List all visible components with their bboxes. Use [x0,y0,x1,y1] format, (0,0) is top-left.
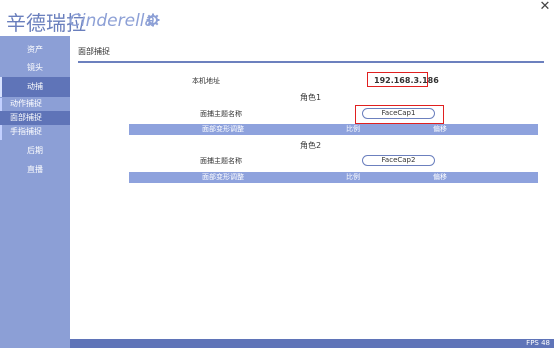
fps-counter: FPS 48 [526,339,550,347]
role-2-col-scale: 比例 [346,173,360,181]
app-logo-english: Cinderella [69,11,155,31]
role-2-subject-label: 面捕主题名称 [200,157,242,165]
local-address-label: 本机地址 [192,77,220,85]
gear-icon[interactable] [146,12,160,27]
role-1-col-offset: 偏移 [433,125,447,133]
page-title: 面部捕捉 [78,47,110,56]
role-1-col-blendshape: 面部变形调整 [202,125,244,133]
role-2-table-header: 面部变形调整 比例 偏移 [129,172,538,183]
main-panel: 面部捕捉 本机地址 192.168.3.186 角色1 面捕主题名称 FaceC… [70,36,554,339]
status-bar: FPS 48 [70,339,554,348]
sidebar-item-mocap[interactable]: 动捕 [0,77,70,97]
sidebar-item-camera[interactable]: 镜头 [0,58,70,78]
sidebar-subitem-motion-capture[interactable]: 动作捕捉 [0,97,70,111]
role-2-title: 角色2 [300,141,322,150]
gear-icon-svg [146,13,160,27]
sidebar-item-post[interactable]: 后期 [0,141,70,161]
role-1-table-header: 面部变形调整 比例 偏移 [129,124,538,135]
header: 辛德瑞拉 Cinderella ✕ [0,0,554,36]
sidebar-subitem-face-capture[interactable]: 面部捕捉 [0,111,70,125]
sidebar: 资产 镜头 动捕 动作捕捉 面部捕捉 手指捕捉 后期 直播 [0,36,70,348]
role-2-subject-input[interactable]: FaceCap2 [362,155,435,166]
title-divider [78,61,544,63]
role-2-col-blendshape: 面部变形调整 [202,173,244,181]
sidebar-subitem-finger-capture[interactable]: 手指捕捉 [0,125,70,139]
highlight-box-subject [355,105,444,124]
role-1-title: 角色1 [300,93,322,102]
role-1-col-scale: 比例 [346,125,360,133]
role-2-col-offset: 偏移 [433,173,447,181]
sidebar-item-assets[interactable]: 资产 [0,40,70,60]
sidebar-item-live[interactable]: 直播 [0,160,70,180]
close-icon[interactable]: ✕ [539,0,551,13]
highlight-box-address [367,72,428,87]
role-1-subject-label: 面捕主题名称 [200,110,242,118]
app-window: 辛德瑞拉 Cinderella ✕ 资产 镜头 动捕 动作捕捉 面部捕捉 手指捕… [0,0,554,348]
